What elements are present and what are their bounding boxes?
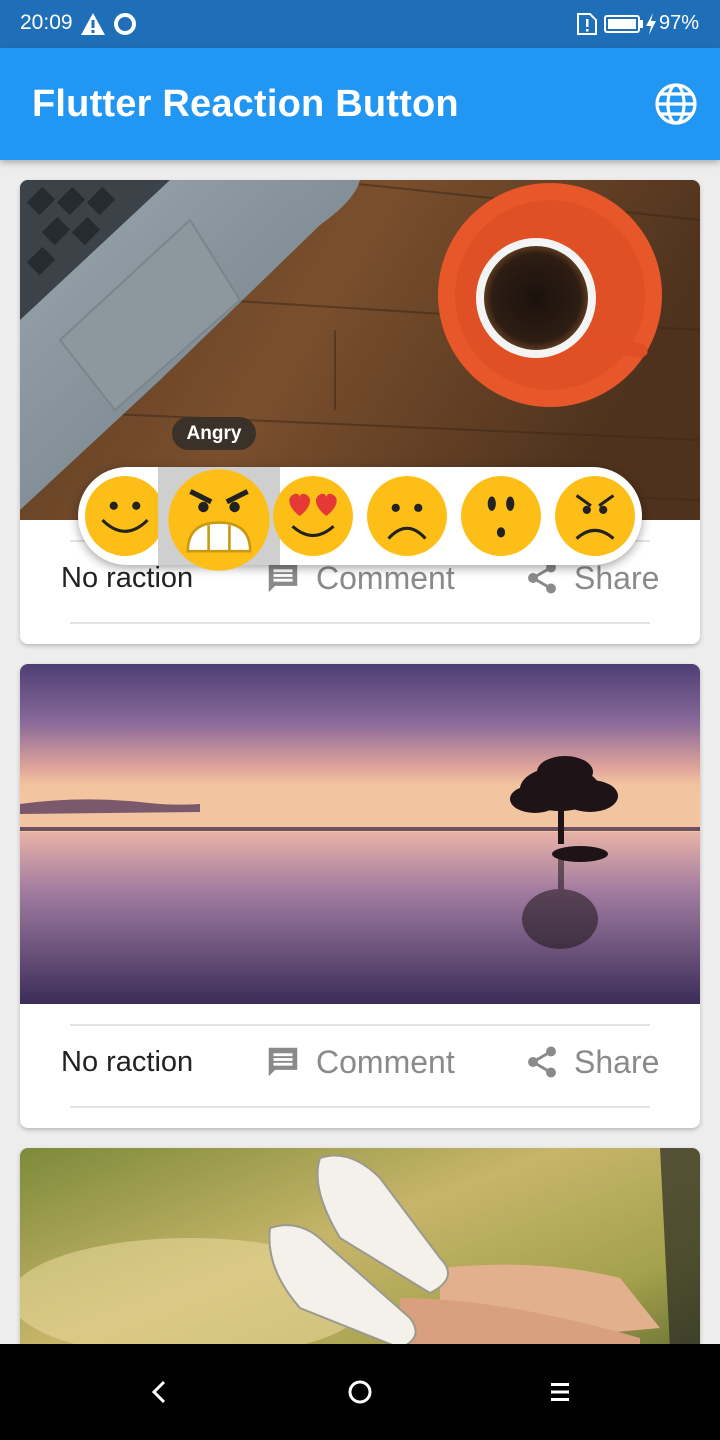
sunset-lake-tree-photo bbox=[20, 664, 700, 1004]
navigation-bar bbox=[0, 1344, 720, 1440]
reaction-sad[interactable] bbox=[360, 467, 454, 565]
smile-emoji-icon bbox=[85, 476, 165, 556]
battery-percentage: 97% bbox=[659, 12, 700, 34]
home-icon[interactable] bbox=[340, 1372, 380, 1412]
share-label: Share bbox=[574, 559, 660, 596]
ring-icon bbox=[114, 13, 136, 35]
reaction-mad[interactable] bbox=[548, 467, 642, 565]
comment-label: Comment bbox=[316, 559, 455, 596]
post-card: No raction Comment Share bbox=[20, 664, 700, 1128]
reaction-angry[interactable] bbox=[158, 467, 280, 571]
divider bbox=[70, 1024, 650, 1026]
reaction-surprised[interactable] bbox=[454, 467, 548, 565]
status-time: 20:09 bbox=[20, 11, 73, 34]
reaction-picker bbox=[78, 467, 642, 571]
app-bar: Flutter Reaction Button bbox=[0, 48, 720, 160]
sneakers-feet-photo bbox=[20, 1148, 700, 1344]
love-emoji-icon bbox=[273, 476, 353, 556]
share-label: Share bbox=[574, 1043, 660, 1080]
status-bar: 20:09 97% bbox=[0, 0, 720, 48]
post-card bbox=[20, 1148, 700, 1344]
reaction-love[interactable] bbox=[266, 467, 360, 565]
surprised-emoji-icon bbox=[461, 476, 541, 556]
post-feed[interactable]: No raction Comment Share No raction Comm… bbox=[0, 160, 720, 1344]
comment-icon bbox=[268, 1047, 298, 1077]
charging-bolt-icon bbox=[646, 13, 656, 35]
mad-emoji-icon bbox=[555, 476, 635, 556]
comment-button[interactable]: Comment bbox=[264, 1040, 455, 1084]
app-title: Flutter Reaction Button bbox=[32, 83, 459, 125]
angry-emoji-icon bbox=[168, 469, 270, 571]
comment-label: Comment bbox=[316, 1043, 455, 1080]
divider bbox=[70, 1106, 650, 1108]
reaction-tooltip: Angry bbox=[172, 417, 256, 450]
share-button[interactable]: Share bbox=[524, 1040, 659, 1084]
globe-icon[interactable] bbox=[654, 82, 698, 126]
post-actions: No raction Comment Share bbox=[20, 1004, 700, 1128]
sim-alert-icon bbox=[577, 13, 597, 35]
post-card: No raction Comment Share bbox=[20, 180, 700, 644]
back-icon[interactable] bbox=[140, 1372, 180, 1412]
battery-icon bbox=[604, 15, 643, 33]
share-icon bbox=[528, 562, 556, 594]
divider bbox=[70, 622, 650, 624]
sad-emoji-icon bbox=[367, 476, 447, 556]
share-icon bbox=[528, 1046, 556, 1078]
warning-icon bbox=[81, 13, 105, 35]
reaction-button[interactable]: No raction bbox=[61, 1046, 193, 1079]
menu-icon[interactable] bbox=[540, 1372, 580, 1412]
